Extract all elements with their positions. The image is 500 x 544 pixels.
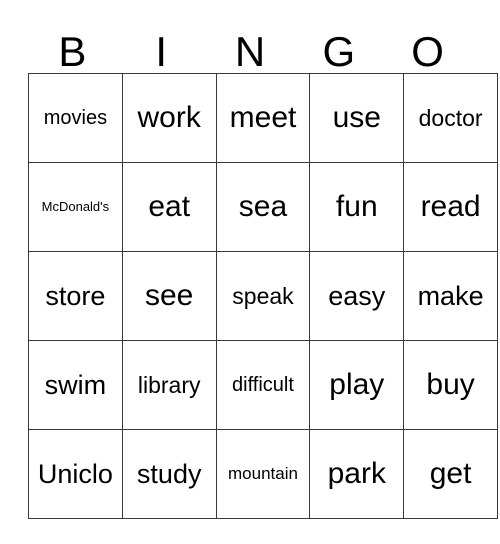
- header-letter-o: O: [411, 28, 444, 75]
- bingo-grid: movies work meet use doctor McDonald's e…: [28, 73, 498, 519]
- bingo-cell[interactable]: study: [121, 429, 217, 519]
- bingo-cell[interactable]: eat: [121, 162, 217, 252]
- bingo-cell[interactable]: meet: [215, 73, 311, 163]
- bingo-cell-label: park: [327, 457, 386, 491]
- bingo-cell[interactable]: use: [309, 73, 405, 163]
- bingo-cell-label: read: [420, 190, 481, 224]
- bingo-cell-label: mountain: [228, 464, 298, 484]
- bingo-cell[interactable]: buy: [403, 340, 498, 430]
- bingo-cell-label: movies: [43, 106, 108, 129]
- bingo-cell-label: meet: [229, 101, 297, 135]
- bingo-cell[interactable]: read: [403, 162, 498, 252]
- bingo-cell[interactable]: movies: [28, 73, 123, 163]
- bingo-cell-label: library: [137, 371, 201, 398]
- bingo-cell-label: speak: [232, 282, 294, 309]
- bingo-cell[interactable]: get: [403, 429, 498, 519]
- bingo-cell-label: swim: [44, 369, 107, 400]
- bingo-cell[interactable]: doctor: [403, 73, 498, 163]
- table-row: movies work meet use doctor: [28, 73, 498, 163]
- bingo-header: B I N G O: [28, 20, 472, 73]
- bingo-cell[interactable]: work: [121, 73, 217, 163]
- bingo-cell[interactable]: swim: [28, 340, 123, 430]
- bingo-cell[interactable]: fun: [309, 162, 405, 252]
- table-row: swim library difficult play buy: [28, 340, 498, 430]
- bingo-cell-label: get: [429, 457, 472, 491]
- header-letter-n: N: [234, 28, 266, 75]
- bingo-cell-label: easy: [328, 280, 386, 311]
- header-letter-i: I: [155, 28, 168, 75]
- header-letter-g: G: [322, 28, 356, 75]
- bingo-cell-label: buy: [426, 368, 475, 402]
- bingo-cell[interactable]: easy: [309, 251, 405, 341]
- bingo-cell[interactable]: speak: [215, 251, 311, 341]
- bingo-cell-label: use: [332, 101, 381, 135]
- bingo-cell[interactable]: park: [309, 429, 405, 519]
- bingo-cell-label: sea: [238, 190, 288, 224]
- bingo-cell[interactable]: difficult: [215, 340, 311, 430]
- bingo-cell-label: doctor: [418, 104, 483, 131]
- table-row: store see speak easy make: [28, 251, 498, 341]
- bingo-cell-label: Uniclo: [37, 458, 113, 489]
- bingo-cell[interactable]: make: [403, 251, 498, 341]
- bingo-cell[interactable]: sea: [215, 162, 311, 252]
- bingo-cell-label: work: [137, 101, 201, 135]
- bingo-cell[interactable]: store: [28, 251, 123, 341]
- table-row: McDonald's eat sea fun read: [28, 162, 498, 252]
- bingo-cell[interactable]: library: [121, 340, 217, 430]
- bingo-cell-label: study: [136, 458, 202, 489]
- bingo-cell[interactable]: McDonald's: [28, 162, 123, 252]
- header-letter-b: B: [58, 28, 87, 75]
- bingo-cell-label: see: [145, 279, 194, 313]
- bingo-cell-label: make: [417, 280, 484, 311]
- table-row: Uniclo study mountain park get: [28, 429, 498, 519]
- bingo-cell-label: store: [45, 280, 106, 311]
- bingo-cell-label: McDonald's: [41, 199, 110, 215]
- bingo-card: B I N G O movies work meet use doctor Mc…: [28, 20, 498, 519]
- bingo-cell-label: eat: [148, 190, 191, 224]
- bingo-cell[interactable]: play: [309, 340, 405, 430]
- bingo-cell[interactable]: Uniclo: [28, 429, 123, 519]
- bingo-cell-label: fun: [335, 190, 378, 224]
- bingo-cell[interactable]: mountain: [215, 429, 311, 519]
- bingo-cell-label: play: [329, 368, 385, 402]
- bingo-cell[interactable]: see: [121, 251, 217, 341]
- bingo-cell-label: difficult: [232, 373, 294, 396]
